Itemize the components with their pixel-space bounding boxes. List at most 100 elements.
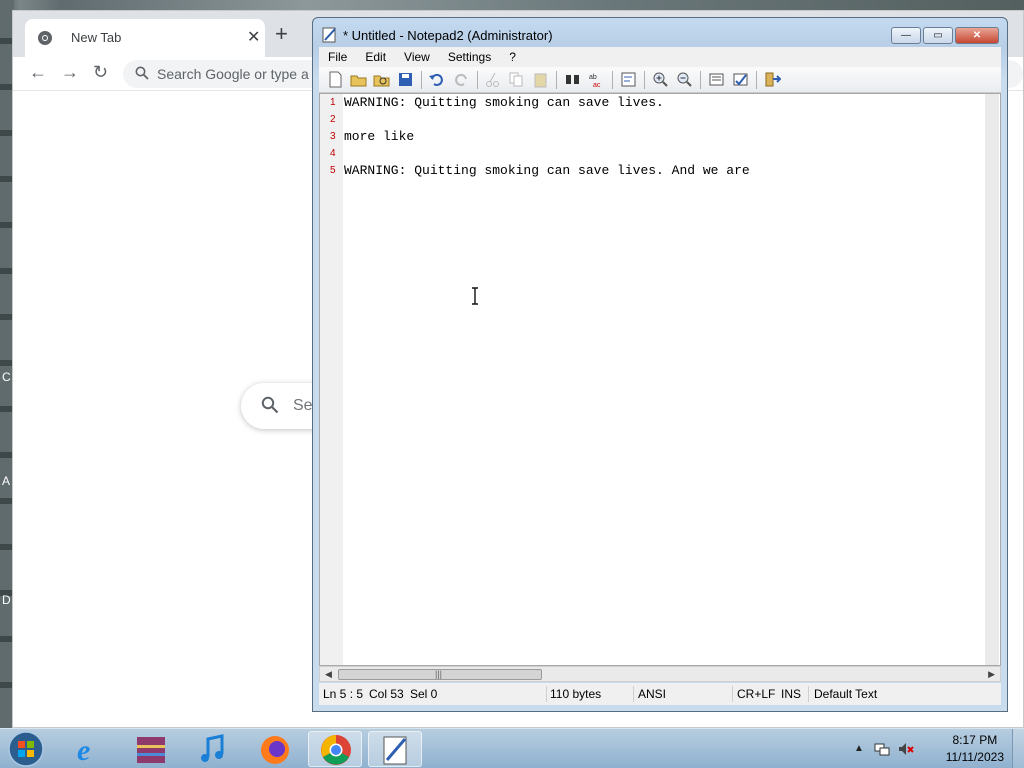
toolbar-separator bbox=[756, 71, 757, 89]
scheme-icon[interactable] bbox=[708, 71, 725, 88]
notepad2-window: * Untitled - Notepad2 (Administrator) — … bbox=[312, 17, 1008, 712]
music-note-icon bbox=[201, 734, 224, 762]
editor-line: 5 WARNING: Quitting smoking can save liv… bbox=[320, 162, 970, 179]
status-line-endings[interactable]: CR+LF bbox=[737, 687, 775, 701]
reload-icon[interactable]: ↻ bbox=[93, 62, 108, 83]
minimize-button[interactable]: — bbox=[891, 27, 921, 44]
zoom-in-icon[interactable] bbox=[652, 71, 669, 88]
tray-expand-arrow-icon[interactable]: ▲ bbox=[854, 743, 870, 759]
taskbar-internet-explorer[interactable]: e bbox=[62, 731, 116, 767]
taskbar-notepad2[interactable] bbox=[368, 731, 422, 767]
show-desktop-button[interactable] bbox=[1012, 729, 1024, 768]
status-line: Ln 5 : 5 bbox=[323, 687, 364, 701]
toolbar-separator bbox=[644, 71, 645, 89]
toolbar-separator bbox=[421, 71, 422, 89]
line-text: WARNING: Quitting smoking can save lives… bbox=[344, 95, 664, 110]
find-icon[interactable] bbox=[564, 71, 581, 88]
search-icon bbox=[261, 396, 279, 414]
text-editor[interactable]: 1 WARNING: Quitting smoking can save liv… bbox=[319, 93, 1001, 666]
start-orb-icon[interactable] bbox=[6, 730, 46, 768]
paste-icon[interactable] bbox=[532, 71, 549, 88]
save-icon[interactable] bbox=[397, 71, 414, 88]
menu-bar: File Edit View Settings ? bbox=[319, 47, 1001, 67]
undo-icon[interactable] bbox=[428, 71, 445, 88]
status-bar: Ln 5 : 5 Col 53 Sel 0 110 bytes ANSI CR+… bbox=[319, 683, 1001, 705]
svg-text:e: e bbox=[77, 734, 90, 767]
maximize-button[interactable]: ▭ bbox=[923, 27, 953, 44]
toolbar: ab ac bbox=[319, 67, 1001, 93]
close-button[interactable]: ✕ bbox=[955, 27, 999, 44]
menu-edit[interactable]: Edit bbox=[356, 47, 395, 67]
customize-scheme-icon[interactable] bbox=[732, 71, 749, 88]
toolbar-separator bbox=[556, 71, 557, 89]
replace-icon[interactable]: abac bbox=[588, 71, 605, 88]
status-insert-mode: INS bbox=[781, 687, 802, 701]
horizontal-scrollbar[interactable]: ◀ ||| ▶ bbox=[319, 666, 1001, 682]
volume-muted-icon[interactable] bbox=[898, 741, 914, 757]
vertical-scroll-area bbox=[985, 94, 999, 665]
line-text: more like bbox=[344, 129, 415, 144]
svg-text:ac: ac bbox=[593, 82, 601, 88]
cut-icon[interactable] bbox=[484, 71, 501, 88]
new-file-icon[interactable] bbox=[327, 71, 344, 88]
menu-help[interactable]: ? bbox=[500, 47, 525, 67]
editor-line: 3 more like bbox=[320, 128, 970, 145]
new-tab-button[interactable]: + bbox=[275, 23, 288, 45]
notepad-app-icon bbox=[322, 27, 336, 43]
back-arrow-icon[interactable]: ← bbox=[29, 62, 47, 83]
taskbar-music-app[interactable] bbox=[186, 731, 240, 767]
tab-title: New Tab bbox=[71, 30, 122, 45]
firefox-icon bbox=[261, 736, 289, 764]
status-separator bbox=[732, 686, 733, 702]
forward-arrow-icon[interactable]: → bbox=[61, 62, 79, 83]
line-number: 4 bbox=[330, 148, 336, 159]
desktop-icon-label: D bbox=[2, 593, 11, 607]
status-separator bbox=[808, 686, 809, 702]
line-number: 2 bbox=[330, 114, 336, 125]
window-title: * Untitled - Notepad2 (Administrator) bbox=[343, 28, 553, 43]
tab-close-icon[interactable]: ✕ bbox=[247, 27, 260, 47]
window-controls: — ▭ ✕ bbox=[891, 27, 999, 44]
status-selection: Sel 0 bbox=[410, 687, 438, 701]
scroll-right-arrow-icon[interactable]: ▶ bbox=[988, 669, 995, 680]
clock-time: 8:17 PM bbox=[952, 733, 998, 747]
status-separator bbox=[633, 686, 634, 702]
status-scheme[interactable]: Default Text bbox=[814, 687, 877, 701]
grip-icon: ||| bbox=[435, 669, 443, 679]
open-folder-icon[interactable] bbox=[350, 71, 367, 88]
chrome-tab-new-tab[interactable]: New Tab ✕ bbox=[25, 19, 265, 57]
scrollbar-thumb[interactable]: ||| bbox=[338, 669, 542, 680]
editor-line: 1 WARNING: Quitting smoking can save liv… bbox=[320, 94, 970, 111]
line-number: 3 bbox=[330, 131, 336, 142]
exit-icon[interactable] bbox=[764, 71, 781, 88]
desktop-icon-label: C bbox=[2, 370, 11, 384]
zoom-out-icon[interactable] bbox=[676, 71, 693, 88]
menu-file[interactable]: File bbox=[319, 47, 356, 67]
line-number: 5 bbox=[330, 165, 336, 176]
svg-text:ab: ab bbox=[589, 74, 597, 81]
toolbar-separator bbox=[612, 71, 613, 89]
word-wrap-icon[interactable] bbox=[620, 71, 637, 88]
taskbar: e ▲ 8:17 PM 11/11/2023 bbox=[0, 728, 1024, 768]
taskbar-chrome[interactable] bbox=[308, 731, 362, 767]
notepad-icon bbox=[383, 736, 407, 765]
taskbar-firefox[interactable] bbox=[248, 731, 302, 767]
taskbar-archive-app[interactable] bbox=[124, 731, 178, 767]
toolbar-separator bbox=[700, 71, 701, 89]
status-separator bbox=[546, 686, 547, 702]
status-column: Col 53 bbox=[369, 687, 404, 701]
redo-icon[interactable] bbox=[453, 71, 470, 88]
copy-icon[interactable] bbox=[508, 71, 525, 88]
clock[interactable]: 8:17 PM 11/11/2023 bbox=[946, 732, 1004, 766]
network-icon[interactable] bbox=[874, 741, 890, 757]
toolbar-separator bbox=[477, 71, 478, 89]
line-text: WARNING: Quitting smoking can save lives… bbox=[344, 163, 750, 178]
clock-date: 11/11/2023 bbox=[945, 750, 1004, 764]
menu-view[interactable]: View bbox=[395, 47, 439, 67]
browse-icon[interactable] bbox=[373, 71, 390, 88]
archive-icon bbox=[137, 737, 165, 763]
menu-settings[interactable]: Settings bbox=[439, 47, 500, 67]
editor-line: 2 bbox=[320, 111, 970, 128]
scroll-left-arrow-icon[interactable]: ◀ bbox=[325, 669, 332, 680]
status-encoding[interactable]: ANSI bbox=[638, 687, 666, 701]
